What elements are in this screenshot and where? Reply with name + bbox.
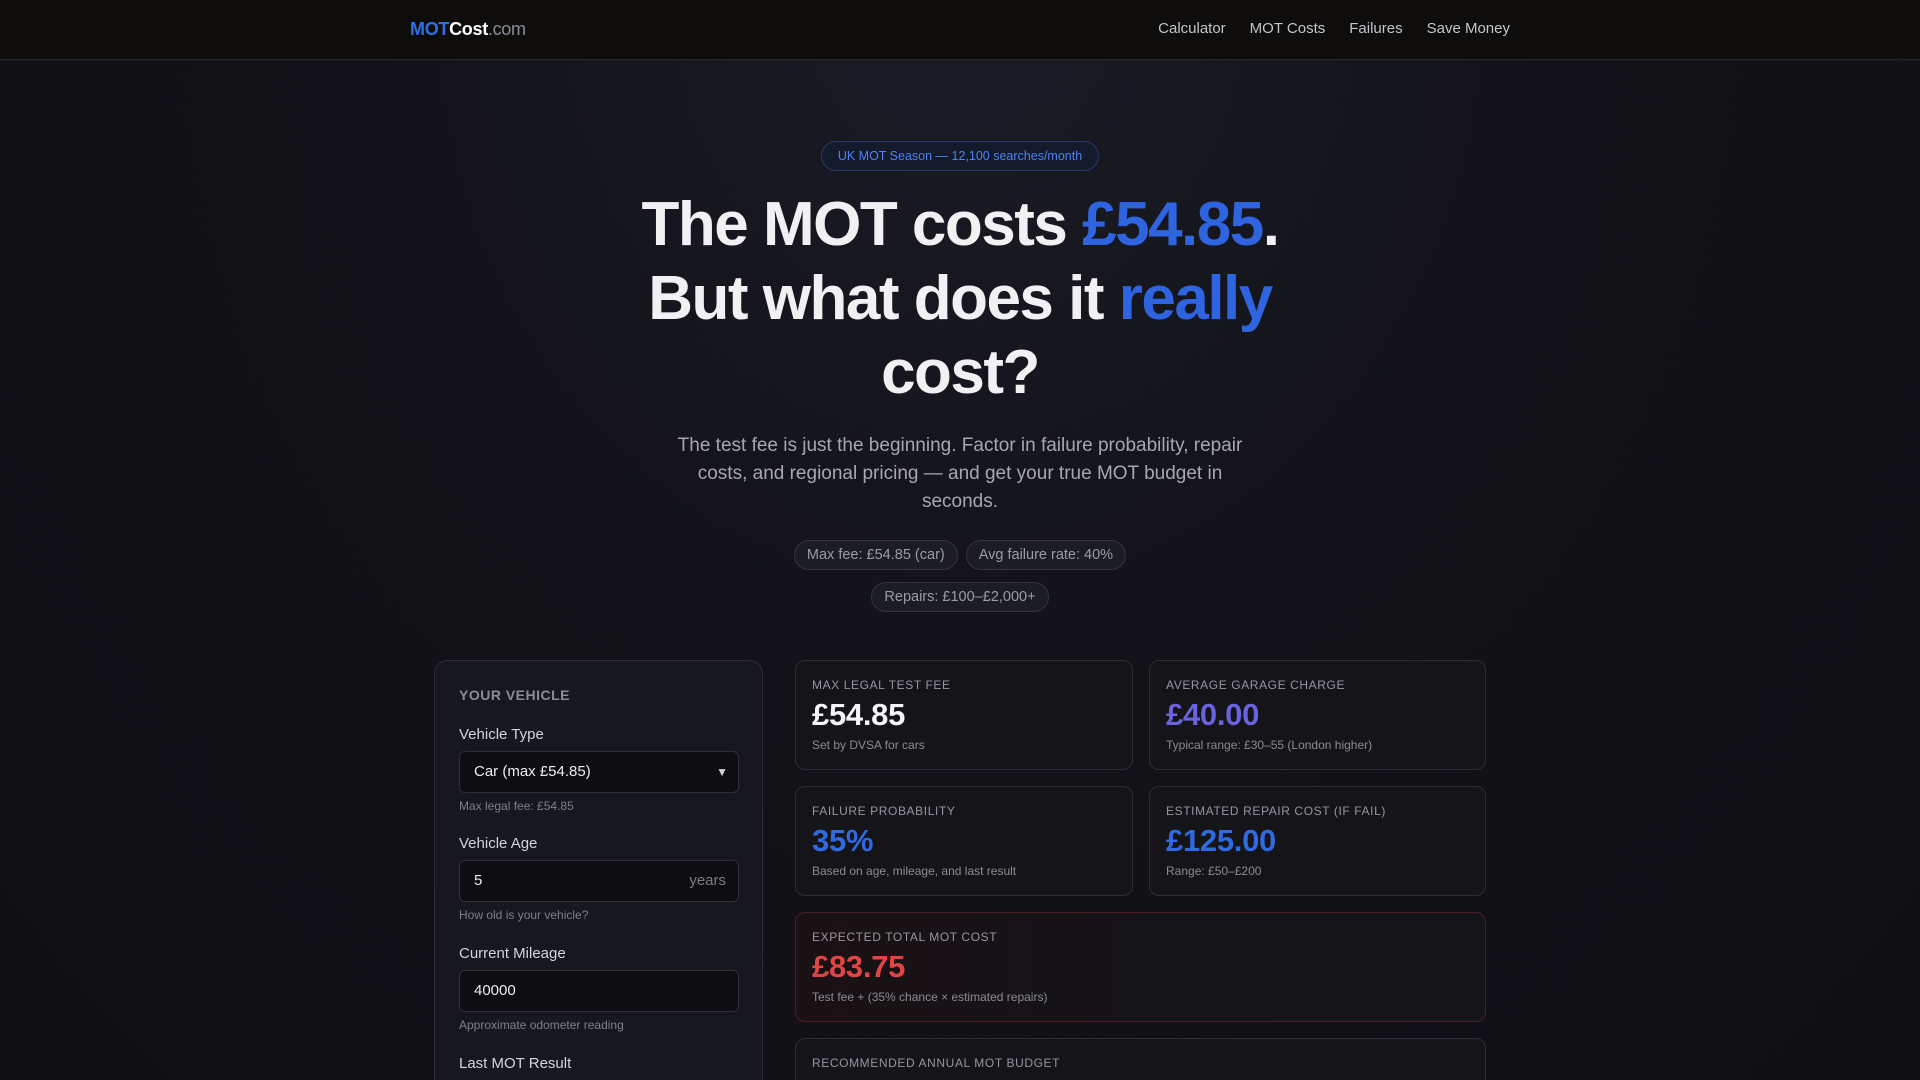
nav-link-mot-costs[interactable]: MOT Costs bbox=[1250, 20, 1326, 37]
logo-cost: Cost bbox=[449, 19, 488, 39]
chevron-down-icon: ▼ bbox=[716, 765, 728, 779]
last-mot-result-label: Last MOT Result bbox=[459, 1055, 572, 1072]
card-garage-charge: AVERAGE GARAGE CHARGE £40.00 Typical ran… bbox=[1149, 660, 1486, 770]
mileage-input[interactable]: 40000 bbox=[459, 970, 739, 1012]
hero-title-price: £54.85 bbox=[1082, 190, 1264, 259]
card-failure-note: Based on age, mileage, and last result bbox=[812, 864, 1017, 878]
nav-link-save-money[interactable]: Save Money bbox=[1427, 20, 1510, 37]
card-failure-label: FAILURE PROBABILITY bbox=[812, 804, 956, 818]
hero-title-part-b: . bbox=[1262, 190, 1280, 259]
card-expected-note: Test fee + (35% chance × estimated repai… bbox=[812, 990, 1048, 1004]
vehicle-type-hint: Max legal fee: £54.85 bbox=[459, 799, 574, 813]
mileage-label: Current Mileage bbox=[459, 945, 566, 962]
card-garage-label: AVERAGE GARAGE CHARGE bbox=[1166, 678, 1346, 692]
hero-title-part-d: cost? bbox=[881, 338, 1040, 407]
nav-links: Calculator MOT Costs Failures Save Money bbox=[1158, 20, 1510, 37]
vehicle-age-label: Vehicle Age bbox=[459, 835, 538, 852]
card-garage-value: £40.00 bbox=[1166, 697, 1260, 732]
card-expected-label: EXPECTED TOTAL MOT COST bbox=[812, 930, 998, 944]
card-repair-value: £125.00 bbox=[1166, 823, 1276, 858]
hero-title: The MOT costs £54.85. But what does it r… bbox=[460, 188, 1460, 410]
chip-repairs: Repairs: £100–£2,000+ bbox=[871, 582, 1049, 612]
mileage-hint: Approximate odometer reading bbox=[459, 1018, 624, 1032]
card-expected-value: £83.75 bbox=[812, 949, 906, 984]
card-failure-value: 35% bbox=[812, 823, 874, 858]
season-badge: UK MOT Season — 12,100 searches/month bbox=[821, 141, 1099, 171]
vehicle-age-suffix: years bbox=[689, 872, 726, 889]
logo-domain: .com bbox=[487, 19, 526, 39]
vehicle-type-select[interactable]: Car (max £54.85) ▼ bbox=[459, 751, 739, 793]
card-annual-budget: RECOMMENDED ANNUAL MOT BUDGET bbox=[795, 1038, 1486, 1080]
vehicle-type-value: Car (max £54.85) bbox=[474, 763, 591, 780]
hero-title-really: really bbox=[1118, 264, 1274, 333]
vehicle-age-value: 5 bbox=[474, 872, 483, 889]
vehicle-age-hint: How old is your vehicle? bbox=[459, 908, 589, 922]
mileage-value: 40000 bbox=[474, 982, 516, 999]
card-max-fee-note: Set by DVSA for cars bbox=[812, 738, 925, 752]
hero-title-part-c: But what does it bbox=[648, 264, 1119, 333]
hero-subtitle: The test fee is just the beginning. Fact… bbox=[677, 435, 1243, 512]
hero-chips: Max fee: £54.85 (car) Avg failure rate: 4… bbox=[760, 540, 1160, 624]
site-logo[interactable]: MOTCost.com bbox=[410, 19, 526, 40]
card-repair-label: ESTIMATED REPAIR COST (IF FAIL) bbox=[1166, 804, 1386, 818]
chip-failure-rate: Avg failure rate: 40% bbox=[965, 540, 1127, 570]
vehicle-form-panel: YOUR VEHICLE Vehicle Type Car (max £54.8… bbox=[434, 660, 763, 1080]
card-repair-cost: ESTIMATED REPAIR COST (IF FAIL) £125.00 … bbox=[1149, 786, 1486, 896]
panel-title: YOUR VEHICLE bbox=[459, 687, 571, 703]
card-repair-note: Range: £50–£200 bbox=[1166, 864, 1262, 878]
card-max-fee-value: £54.85 bbox=[812, 697, 906, 732]
card-max-fee: MAX LEGAL TEST FEE £54.85 Set by DVSA fo… bbox=[795, 660, 1133, 770]
nav-link-calculator[interactable]: Calculator bbox=[1158, 20, 1226, 37]
chip-max-fee: Max fee: £54.85 (car) bbox=[793, 540, 958, 570]
card-failure-probability: FAILURE PROBABILITY 35% Based on age, mi… bbox=[795, 786, 1133, 896]
nav-link-failures[interactable]: Failures bbox=[1349, 20, 1402, 37]
vehicle-age-input[interactable]: 5 years bbox=[459, 860, 739, 902]
logo-mot: MOT bbox=[410, 19, 450, 39]
top-nav: MOTCost.com Calculator MOT Costs Failure… bbox=[0, 0, 1920, 60]
card-garage-note: Typical range: £30–55 (London higher) bbox=[1166, 738, 1373, 752]
vehicle-type-label: Vehicle Type bbox=[459, 726, 544, 743]
card-expected-total: EXPECTED TOTAL MOT COST £83.75 Test fee … bbox=[795, 912, 1486, 1022]
hero-title-part-a: The MOT costs bbox=[641, 190, 1083, 259]
card-max-fee-label: MAX LEGAL TEST FEE bbox=[812, 678, 951, 692]
card-budget-label: RECOMMENDED ANNUAL MOT BUDGET bbox=[812, 1056, 1061, 1070]
